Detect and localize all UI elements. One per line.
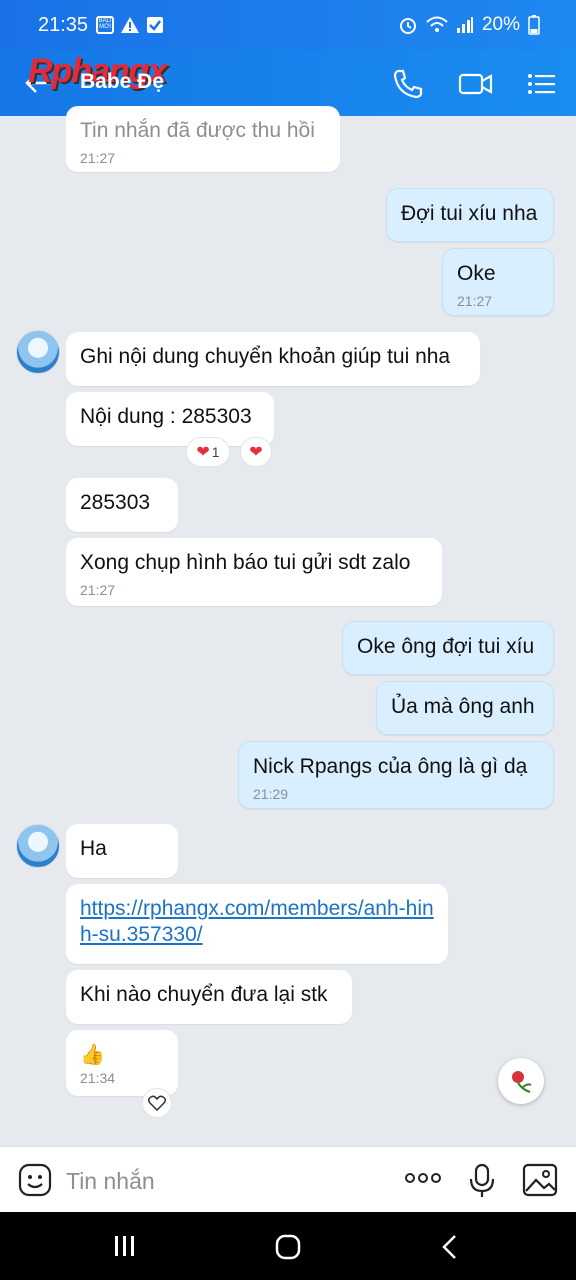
avatar[interactable] [16,824,60,868]
heart-reaction-icon: ❤ [196,444,210,461]
recent-apps-icon[interactable] [112,1234,138,1258]
message-bubble-outgoing[interactable]: Oke ông đợi tui xíu [342,621,554,675]
message-text: Nick Rpangs của ông là gì dạ [253,755,528,778]
message-text: Đợi tui xíu nha [401,202,538,225]
chat-area[interactable]: Tin nhắn đã được thu hồi 21:27 Đợi tui x… [0,106,576,1146]
message-text: 285303 [80,491,151,514]
microphone-icon[interactable] [468,1163,496,1199]
message-text: Oke [457,262,496,285]
message-input-bar: Tin nhắn [0,1146,576,1213]
message-text: Ghi nội dung chuyển khoản giúp tui nha [80,345,451,368]
message-text: Tin nhắn đã được thu hồi [80,119,315,142]
warning-icon [121,17,139,33]
message-text: Nội dung : 285303 [80,405,252,428]
message-time: 21:34 [80,1070,116,1086]
heart-outline-icon [148,1095,166,1111]
message-bubble-incoming[interactable]: Nội dung : 285303 [66,392,274,446]
bao-moi-icon: BÁO MỚI [96,16,114,34]
message-link[interactable]: https://rphangx.com/members/anh-hinh-su.… [80,896,440,948]
reaction-count: 1 [211,444,220,460]
message-text: Ha [80,837,107,860]
check-box-icon [147,17,163,33]
message-bubble-incoming[interactable]: 285303 [66,478,178,532]
message-text: Xong chụp hình báo tui gửi sdt zalo [80,551,411,574]
sticker-icon[interactable] [18,1163,52,1197]
contact-name[interactable]: Babe Đẹ [80,70,164,94]
system-nav-bar [0,1212,576,1280]
battery-percent: 20% [481,14,520,35]
status-bar: 21:35 BÁO MỚI 20% [0,0,576,50]
status-left-icons: BÁO MỚI [96,16,164,34]
phone-icon[interactable] [390,66,426,102]
back-icon[interactable] [440,1234,460,1260]
avatar[interactable] [16,330,60,374]
message-bubble-outgoing[interactable]: Oke 21:27 [442,248,554,316]
message-bubble-link[interactable]: https://rphangx.com/members/anh-hinh-su.… [66,884,448,964]
image-icon[interactable] [522,1163,558,1197]
heart-reaction-button[interactable]: ❤ [240,437,272,467]
heart-outline-react-button[interactable] [142,1088,172,1118]
message-time: 21:27 [457,293,493,309]
rose-icon [512,1071,532,1093]
message-bubble-sticker[interactable]: 👍 21:34 [66,1030,178,1096]
menu-list-icon[interactable] [524,66,560,102]
status-time: 21:35 [38,14,89,36]
message-bubble-incoming[interactable]: Ghi nội dung chuyển khoản giúp tui nha [66,332,480,386]
battery-icon [528,15,540,35]
signal-icon [456,17,473,33]
message-bubble-outgoing[interactable]: Đợi tui xíu nha [386,188,554,242]
home-icon[interactable] [274,1233,302,1261]
message-bubble-recalled[interactable]: Tin nhắn đã được thu hồi 21:27 [66,106,340,172]
message-bubble-outgoing[interactable]: Ủa mà ông anh [376,681,554,735]
message-input[interactable]: Tin nhắn [66,1168,155,1195]
message-time: 21:27 [80,150,116,166]
message-time: 21:27 [80,582,116,598]
alarm-icon [399,18,416,34]
wifi-icon [426,16,448,32]
reaction-count-badge[interactable]: ❤ 1 [186,437,230,467]
message-time: 21:29 [253,786,289,802]
message-bubble-outgoing[interactable]: Nick Rpangs của ông là gì dạ 21:29 [238,741,554,809]
message-bubble-incoming[interactable]: Xong chụp hình báo tui gửi sdt zalo 21:2… [66,538,442,606]
video-call-icon[interactable] [458,66,494,102]
thumbs-up-icon: 👍 [80,1044,105,1066]
message-text: Oke ông đợi tui xíu [357,635,535,658]
message-text: Khi nào chuyển đưa lại stk [80,983,328,1006]
more-icon[interactable] [404,1171,442,1185]
quick-reaction-button[interactable] [498,1058,544,1104]
message-text: Ủa mà ông anh [391,695,535,718]
message-bubble-incoming[interactable]: Ha [66,824,178,878]
status-right: 20% [398,14,540,36]
heart-reaction-icon: ❤ [249,444,263,461]
message-bubble-incoming[interactable]: Khi nào chuyển đưa lại stk [66,970,352,1024]
